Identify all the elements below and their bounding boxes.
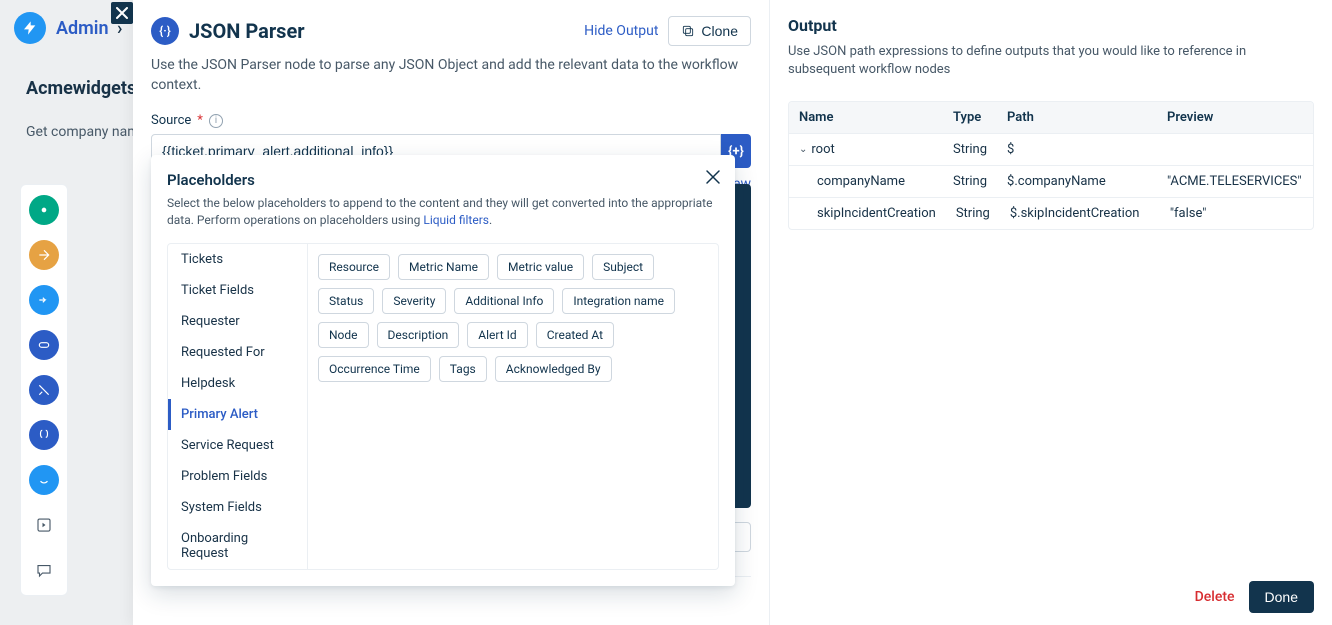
placeholder-categories: TicketsTicket FieldsRequesterRequested F… bbox=[168, 244, 308, 569]
placeholder-chip[interactable]: Resource bbox=[318, 254, 390, 280]
close-modal-button[interactable] bbox=[111, 2, 133, 24]
required-marker: * bbox=[197, 113, 203, 128]
placeholder-category[interactable]: Requester bbox=[168, 306, 307, 337]
expand-caret-icon[interactable]: ⌄ bbox=[799, 144, 807, 155]
close-popover-button[interactable] bbox=[705, 169, 721, 185]
table-row: ⌄ root String$ bbox=[789, 133, 1313, 165]
placeholder-chip[interactable]: Subject bbox=[592, 254, 654, 280]
placeholder-chip[interactable]: Node bbox=[318, 322, 369, 348]
table-row: skipIncidentCreation String$.skipIncident… bbox=[789, 197, 1313, 229]
page-subheading: Get company name bbox=[26, 124, 147, 140]
col-type: Type bbox=[943, 102, 997, 133]
source-label: Source bbox=[151, 113, 191, 128]
placeholder-category[interactable]: Requested For bbox=[168, 337, 307, 368]
sidebar-icon-json[interactable] bbox=[29, 420, 59, 450]
placeholder-category[interactable]: Ticket Fields bbox=[168, 275, 307, 306]
sidebar-icon-web[interactable] bbox=[29, 465, 59, 495]
placeholder-category[interactable]: Helpdesk bbox=[168, 368, 307, 399]
placeholder-chip[interactable]: Alert Id bbox=[467, 322, 527, 348]
output-title: Output bbox=[788, 16, 1314, 35]
placeholder-chip[interactable]: Tags bbox=[439, 356, 487, 382]
placeholder-chip[interactable]: Integration name bbox=[562, 288, 675, 314]
app-logo bbox=[14, 12, 46, 44]
placeholder-chips: Resource Metric Name Metric value Subject St… bbox=[308, 244, 718, 569]
row-type: String bbox=[943, 134, 997, 165]
node-description: Use the JSON Parser node to parse any JS… bbox=[151, 56, 751, 95]
placeholder-chip[interactable]: Severity bbox=[382, 288, 446, 314]
sidebar-icon-condition[interactable] bbox=[29, 285, 59, 315]
placeholders-popover: Placeholders Select the below placeholde… bbox=[151, 155, 735, 586]
placeholder-chip[interactable]: Status bbox=[318, 288, 374, 314]
clone-label: Clone bbox=[701, 23, 738, 39]
row-name: companyName bbox=[799, 174, 905, 189]
placeholder-chip[interactable]: Created At bbox=[536, 322, 614, 348]
placeholder-chip[interactable]: Occurrence Time bbox=[318, 356, 431, 382]
clone-icon bbox=[681, 24, 695, 38]
sidebar-icon-app[interactable] bbox=[29, 510, 59, 540]
table-row: companyName String$.companyName"ACME.TELE… bbox=[789, 165, 1313, 197]
placeholders-description: Select the below placeholders to append … bbox=[167, 195, 719, 229]
row-path: $.skipIncidentCreation bbox=[1000, 198, 1160, 229]
row-action bbox=[1289, 134, 1313, 165]
row-type: String bbox=[946, 198, 1000, 229]
placeholder-category[interactable]: Service Request bbox=[168, 430, 307, 461]
node-title: JSON Parser bbox=[189, 19, 305, 43]
output-table-header: Name Type Path Preview bbox=[789, 102, 1313, 133]
placeholder-chip[interactable]: Acknowledged By bbox=[495, 356, 612, 382]
org-name: Acmewidgets bbox=[26, 78, 136, 99]
row-action bbox=[1289, 198, 1313, 229]
sidebar-icon-trigger[interactable] bbox=[29, 195, 59, 225]
col-action bbox=[1289, 102, 1313, 133]
row-preview: "false" bbox=[1160, 198, 1289, 229]
breadcrumb-admin[interactable]: Admin bbox=[56, 18, 109, 39]
done-button[interactable]: Done bbox=[1249, 581, 1314, 613]
placeholder-category[interactable]: System Fields bbox=[168, 492, 307, 523]
placeholder-category[interactable]: Tickets bbox=[168, 244, 307, 275]
sidebar-icon-action[interactable] bbox=[29, 240, 59, 270]
row-name: skipIncidentCreation bbox=[799, 206, 936, 221]
row-path: $ bbox=[997, 134, 1157, 165]
row-path: $.companyName bbox=[997, 166, 1157, 197]
liquid-filters-link[interactable]: Liquid filters bbox=[423, 213, 489, 227]
placeholder-category[interactable]: Problem Fields bbox=[168, 461, 307, 492]
sidebar-icon-expression[interactable] bbox=[29, 375, 59, 405]
clone-button[interactable]: Clone bbox=[668, 16, 751, 46]
output-description: Use JSON path expressions to define outp… bbox=[788, 43, 1314, 79]
row-action bbox=[1312, 166, 1314, 197]
output-table: Name Type Path Preview ⌄rootString$compa… bbox=[788, 101, 1314, 230]
col-name: Name bbox=[789, 102, 943, 133]
hide-output-link[interactable]: Hide Output bbox=[584, 23, 658, 39]
row-type: String bbox=[943, 166, 997, 197]
delete-button[interactable]: Delete bbox=[1195, 589, 1235, 605]
row-name: root bbox=[811, 142, 834, 157]
info-icon[interactable]: i bbox=[209, 114, 223, 128]
sidebar-icon-reader[interactable] bbox=[29, 330, 59, 360]
placeholder-chip[interactable]: Metric Name bbox=[398, 254, 489, 280]
col-preview: Preview bbox=[1157, 102, 1289, 133]
placeholder-category[interactable]: Onboarding Request bbox=[168, 523, 307, 569]
json-parser-icon: {·} bbox=[151, 17, 179, 45]
placeholder-chip[interactable]: Metric value bbox=[497, 254, 584, 280]
node-sidebar bbox=[20, 184, 68, 596]
col-path: Path bbox=[997, 102, 1157, 133]
sidebar-icon-chat[interactable] bbox=[29, 555, 59, 585]
placeholder-chip[interactable]: Description bbox=[377, 322, 460, 348]
placeholders-title: Placeholders bbox=[167, 171, 719, 189]
placeholder-category[interactable]: Primary Alert bbox=[168, 399, 307, 430]
row-preview bbox=[1157, 134, 1289, 165]
row-preview: "ACME.TELESERVICES" bbox=[1157, 166, 1312, 197]
placeholder-chip[interactable]: Additional Info bbox=[454, 288, 554, 314]
